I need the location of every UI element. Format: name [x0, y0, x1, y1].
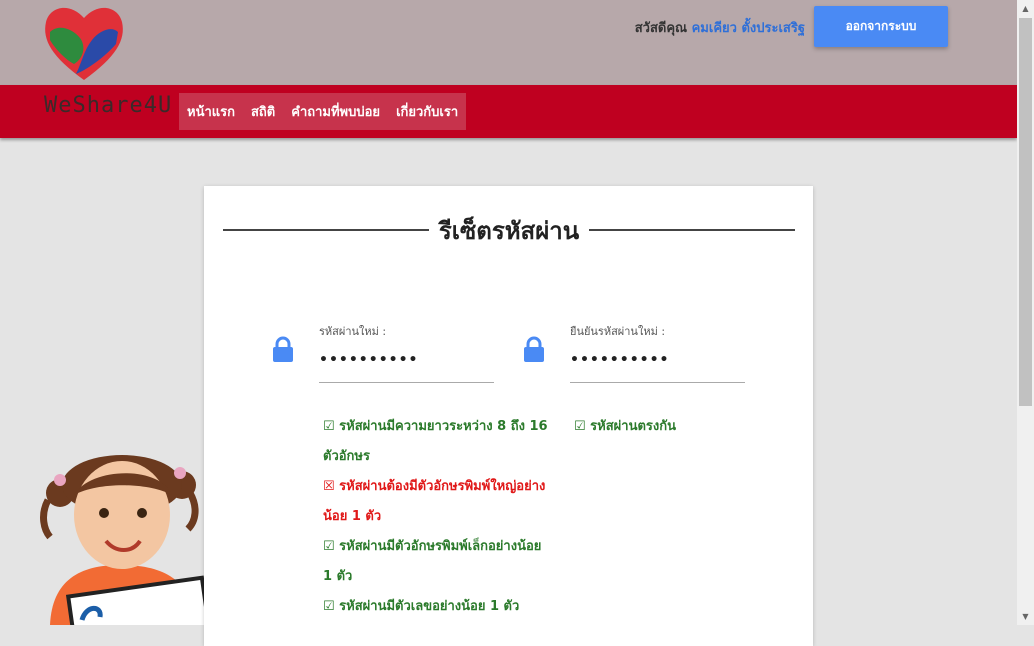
nav-links: หน้าแรก สถิติ คำถามที่พบบ่อย เกี่ยวกับเร…: [179, 93, 467, 130]
greeting-text: สวัสดีคุณ คมเคียว ตั้งประเสริฐ: [635, 17, 805, 38]
password-match-rule-container: ☑ รหัสผ่านตรงกัน: [574, 412, 774, 442]
brand-name[interactable]: WeShare4U: [44, 93, 172, 118]
rule-digit: ☑ รหัสผ่านมีตัวเลขอย่างน้อย 1 ตัว: [323, 599, 520, 614]
title-divider-left: [223, 229, 429, 231]
new-password-input[interactable]: ••••••••••: [319, 352, 499, 368]
scroll-up-arrow-icon[interactable]: ▲: [1017, 0, 1034, 17]
new-password-label: รหัสผ่านใหม่ :: [319, 325, 387, 338]
page-scrollbar[interactable]: ▲ ▼: [1017, 0, 1034, 625]
confirm-password-field[interactable]: ยืนยันรหัสผ่านใหม่ : ••••••••••: [570, 322, 750, 383]
rule-match: ☑ รหัสผ่านตรงกัน: [574, 419, 677, 434]
nav-link-home[interactable]: หน้าแรก: [187, 101, 235, 122]
confirm-password-underline: [570, 382, 745, 383]
page-title: รีเซ็ตรหัสผ่าน: [438, 216, 580, 245]
title-divider-right: [589, 229, 795, 231]
new-password-field[interactable]: รหัสผ่านใหม่ : ••••••••••: [319, 322, 499, 383]
scrollbar-thumb[interactable]: [1019, 18, 1032, 406]
heart-hands-logo-icon[interactable]: [42, 2, 126, 82]
child-illustration: [40, 455, 205, 625]
confirm-password-label: ยืนยันรหัสผ่านใหม่ :: [570, 325, 666, 338]
logout-button[interactable]: ออกจากระบบ: [814, 6, 948, 47]
nav-link-stats[interactable]: สถิติ: [251, 101, 275, 122]
user-name[interactable]: คมเคียว ตั้งประเสริฐ: [692, 21, 805, 36]
rule-uppercase: ☒ รหัสผ่านต้องมีตัวอักษรพิมพ์ใหญ่อย่างน้…: [323, 479, 546, 524]
nav-link-about[interactable]: เกี่ยวกับเรา: [396, 101, 458, 122]
rule-lowercase: ☑ รหัสผ่านมีตัวอักษรพิมพ์เล็กอย่างน้อย 1…: [323, 539, 542, 584]
top-header: สวัสดีคุณ คมเคียว ตั้งประเสริฐ ออกจากระบ…: [0, 0, 1017, 85]
greeting-prefix: สวัสดีคุณ: [634, 21, 688, 36]
confirm-password-input[interactable]: ••••••••••: [570, 352, 750, 368]
rule-length: ☑ รหัสผ่านมีความยาวระหว่าง 8 ถึง 16 ตัวอ…: [323, 419, 548, 464]
new-password-underline: [319, 382, 494, 383]
nav-bar: WeShare4U หน้าแรก สถิติ คำถามที่พบบ่อย เ…: [0, 85, 1017, 138]
lock-icon: [273, 336, 293, 362]
scroll-down-arrow-icon[interactable]: ▼: [1017, 608, 1034, 625]
password-rules-list: ☑ รหัสผ่านมีความยาวระหว่าง 8 ถึง 16 ตัวอ…: [323, 412, 553, 622]
nav-link-faq[interactable]: คำถามที่พบบ่อย: [291, 101, 380, 122]
title-row: รีเซ็ตรหัสผ่าน: [223, 212, 795, 248]
lock-icon: [524, 336, 544, 362]
reset-password-card: รีเซ็ตรหัสผ่าน รหัสผ่านใหม่ : ••••••••••…: [204, 186, 813, 646]
